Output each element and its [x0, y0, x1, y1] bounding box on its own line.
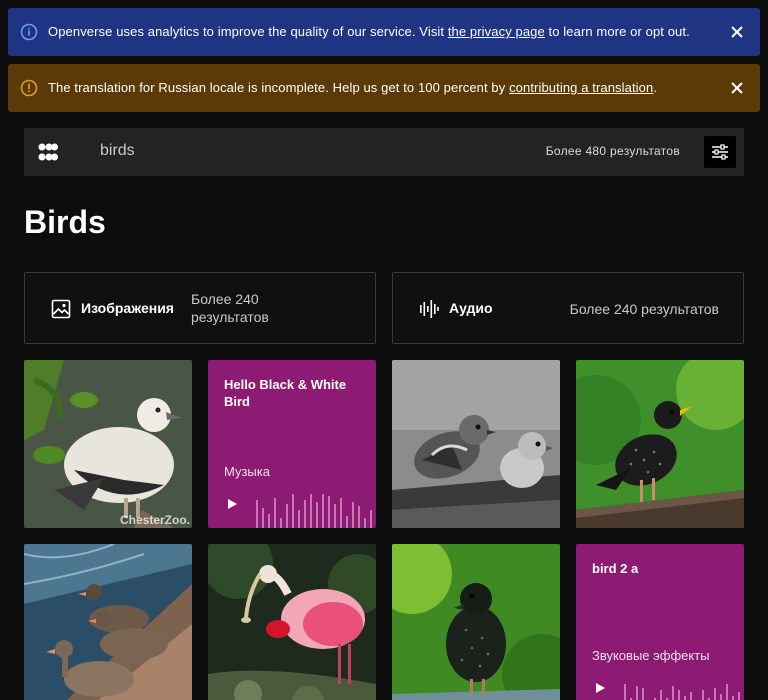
- starling-photo: [576, 360, 744, 528]
- audio-category-count: Более 240 результатов: [569, 301, 719, 317]
- starling-photo-2: [392, 544, 560, 700]
- info-icon: [20, 23, 38, 41]
- spoonbill-photo: [208, 544, 376, 700]
- images-category-label: Изображения: [81, 300, 174, 316]
- play-icon[interactable]: [592, 680, 608, 696]
- audio-title: bird 2 a: [592, 561, 639, 576]
- contribute-translation-link[interactable]: contributing a translation: [509, 80, 653, 95]
- result-image-geese[interactable]: [24, 544, 192, 700]
- image-icon: [51, 299, 71, 319]
- image-credit-text: ChesterZoo.: [119, 513, 190, 527]
- audio-waveform-icon: [256, 494, 372, 528]
- analytics-banner-text: Openverse uses analytics to improve the …: [48, 24, 690, 39]
- result-image-starling[interactable]: [576, 360, 744, 528]
- pigeon-photo: [24, 360, 192, 528]
- search-input[interactable]: [100, 142, 400, 160]
- result-audio-bird-2a[interactable]: bird 2 a Звуковые эффекты: [576, 544, 744, 700]
- close-analytics-banner-icon[interactable]: [730, 25, 744, 39]
- page-title: Birds: [24, 204, 106, 240]
- result-image-pigeon[interactable]: ChesterZoo.: [24, 360, 192, 528]
- geese-photo: [24, 544, 192, 700]
- audio-category-link[interactable]: Аудио Более 240 результатов: [392, 272, 744, 344]
- warning-icon: [20, 79, 38, 97]
- close-translation-banner-icon[interactable]: [730, 81, 744, 95]
- result-audio-hello-bird[interactable]: Hello Black & White Bird Музыка: [208, 360, 376, 528]
- analytics-banner: Openverse uses analytics to improve the …: [8, 8, 760, 56]
- audio-genre: Музыка: [224, 464, 270, 479]
- audio-waveform-icon: [624, 684, 740, 700]
- translation-banner-text: The translation for Russian locale is in…: [48, 80, 658, 95]
- search-bar: Более 480 результатов: [24, 128, 744, 176]
- audio-genre: Звуковые эффекты: [592, 648, 710, 663]
- images-category-count: Более 240 результатов: [191, 291, 269, 325]
- filter-sliders-icon: [712, 144, 728, 160]
- play-icon[interactable]: [224, 496, 240, 512]
- privacy-page-link[interactable]: the privacy page: [448, 24, 545, 39]
- images-category-link[interactable]: Изображения Более 240 результатов: [24, 272, 376, 344]
- sparrows-photo: [392, 360, 560, 528]
- search-result-count: Более 480 результатов: [545, 144, 680, 158]
- audio-category-label: Аудио: [449, 300, 493, 316]
- filters-button[interactable]: [704, 136, 736, 168]
- result-image-spoonbill[interactable]: [208, 544, 376, 700]
- audio-title: Hello Black & White Bird: [224, 377, 347, 409]
- translation-banner: The translation for Russian locale is in…: [8, 64, 760, 112]
- audio-waveform-icon: [420, 300, 439, 318]
- result-image-starling-2[interactable]: [392, 544, 560, 700]
- openverse-logo-icon[interactable]: [38, 142, 58, 162]
- result-image-sparrows[interactable]: [392, 360, 560, 528]
